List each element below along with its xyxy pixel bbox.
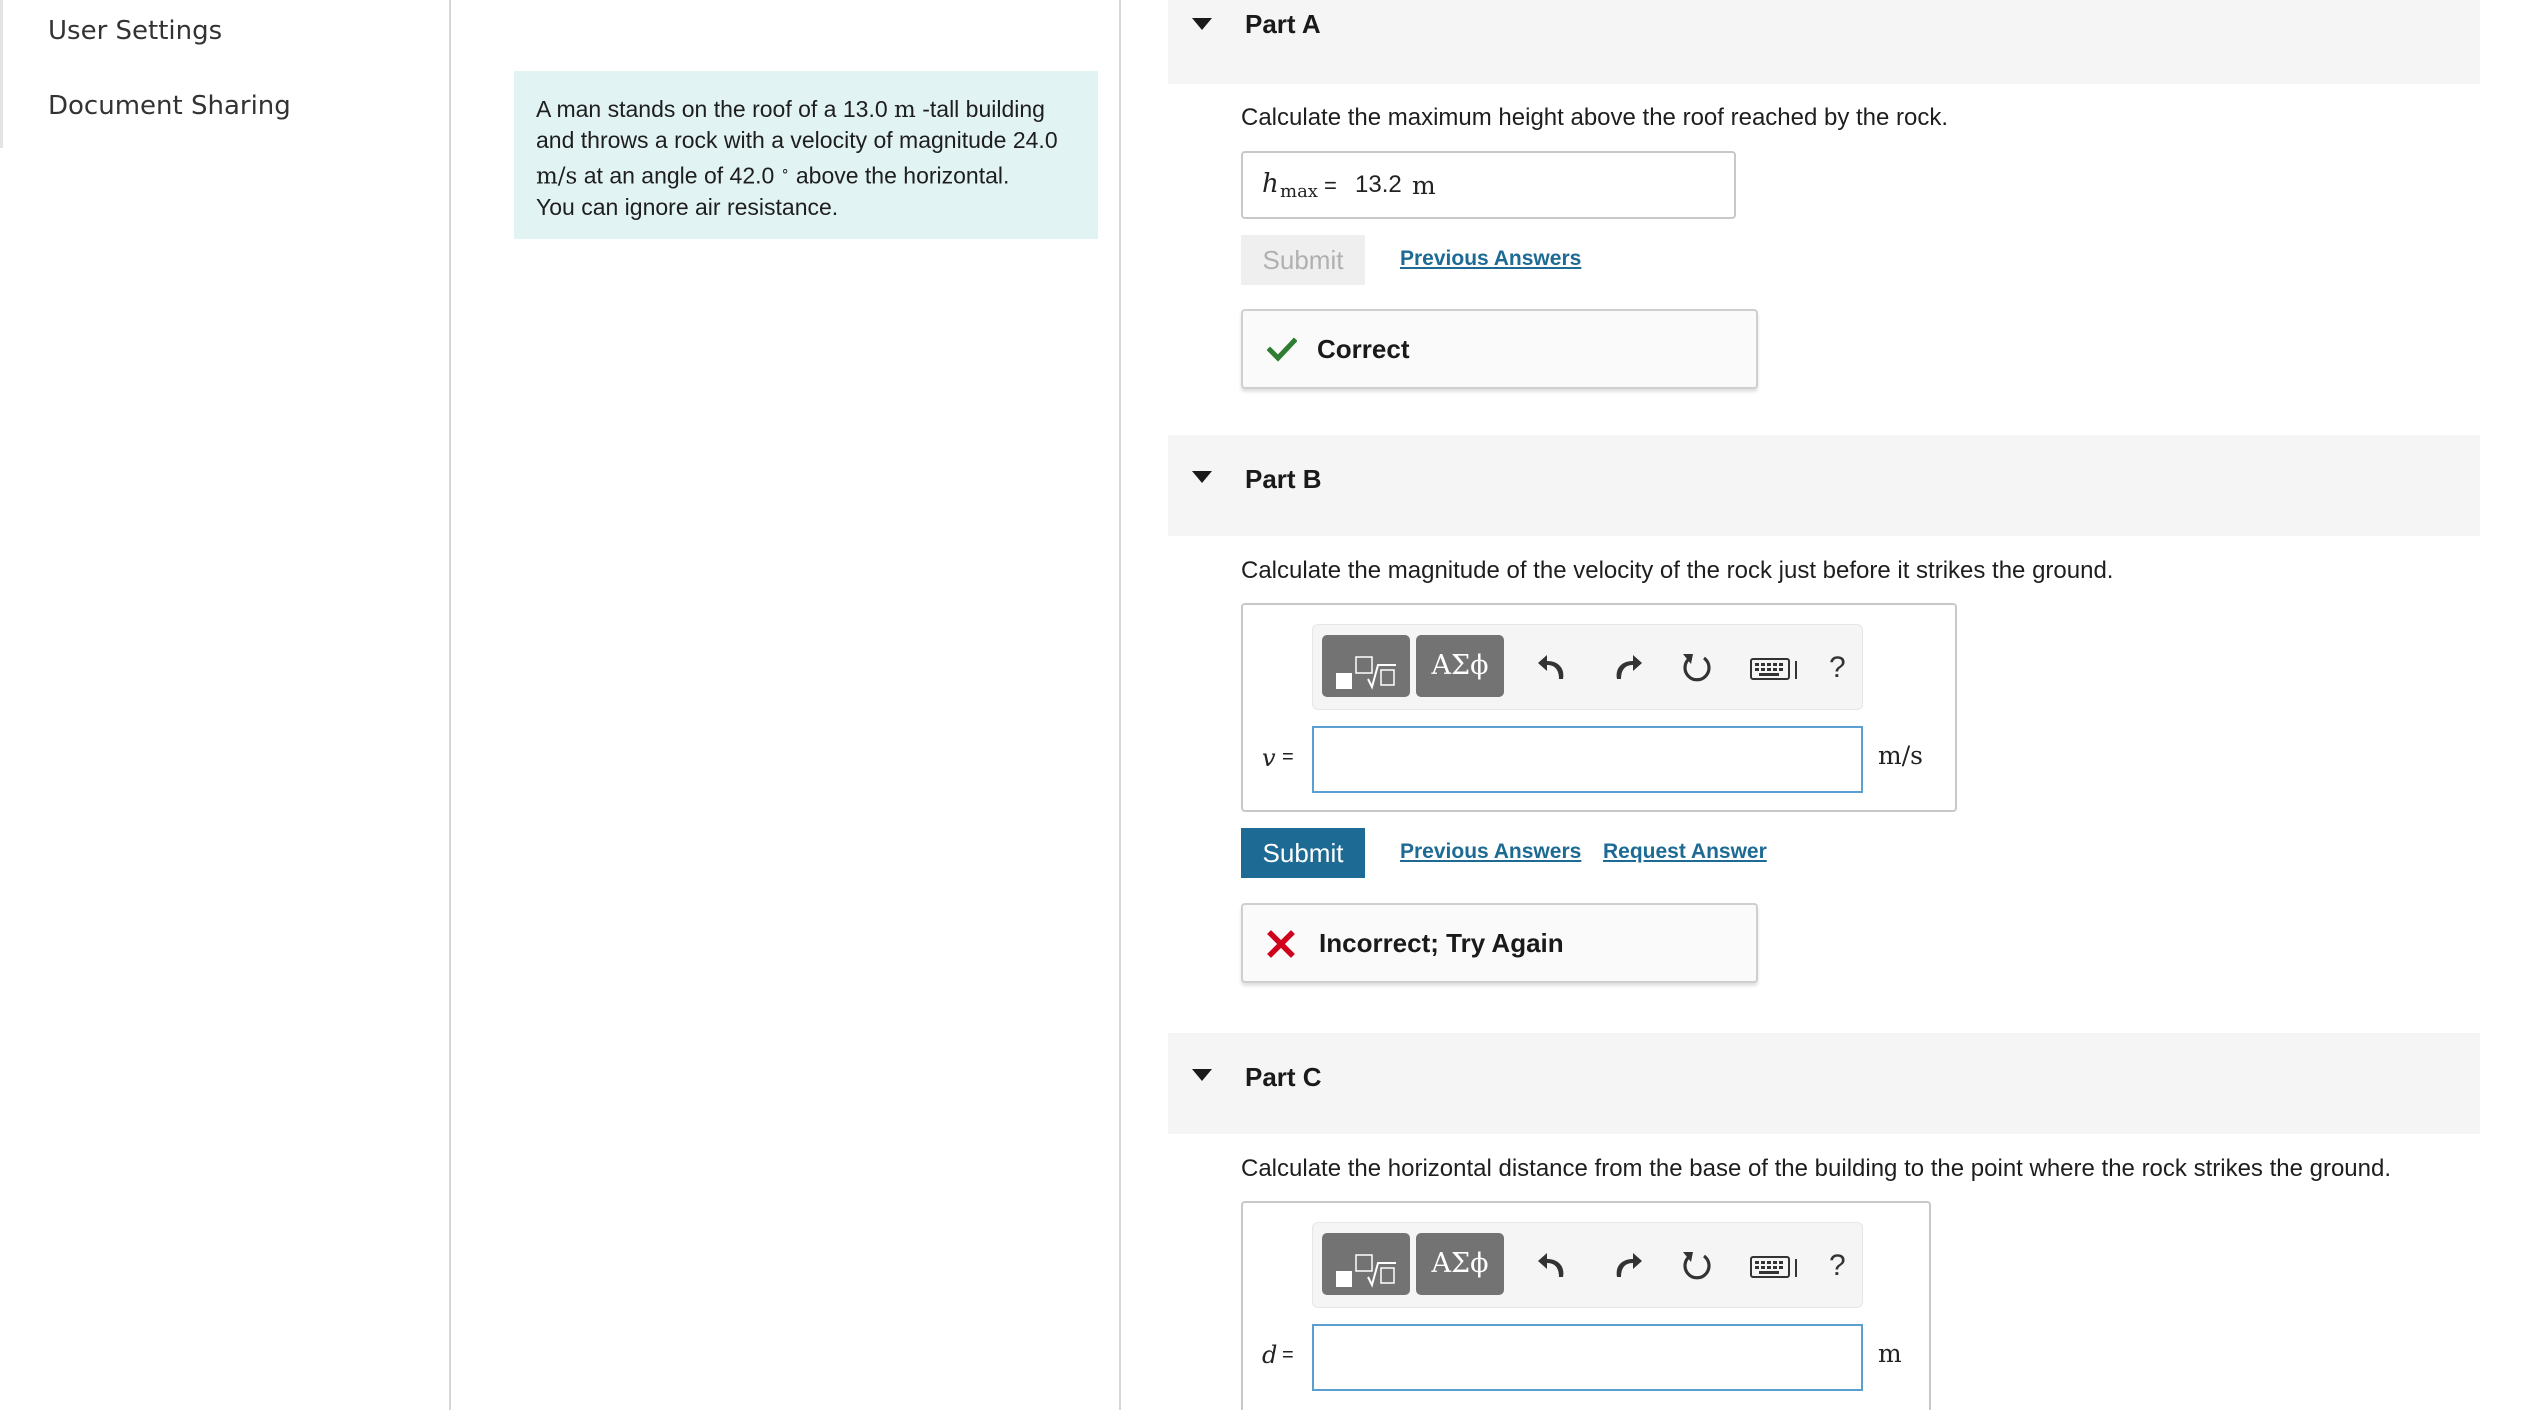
problem-line-3: m/s at an angle of 42.0 ∘ above the hori… — [536, 155, 1076, 192]
part-b-title: Part B — [1245, 464, 1322, 494]
part-c-header[interactable]: Part C — [1168, 1033, 2480, 1134]
part-b-math-toolbar: ΑΣϕ ? — [1312, 624, 1863, 710]
part-b-feedback-text: Incorrect; Try Again — [1319, 928, 1564, 958]
problem-line-4: You can ignore air resistance. — [536, 193, 839, 220]
reset-icon[interactable] — [1675, 645, 1719, 689]
equals-sign: = — [1282, 1344, 1294, 1366]
part-c-math-toolbar: ΑΣϕ ? — [1312, 1222, 1863, 1308]
help-button[interactable]: ? — [1829, 651, 1846, 685]
part-c-question: Calculate the horizontal distance from t… — [1241, 1155, 2392, 1182]
part-c-unit: m — [1878, 1339, 1902, 1368]
problem-text: A man stands on the roof of a 13.0 — [536, 96, 895, 122]
templates-icon — [1336, 1254, 1396, 1288]
collapse-caret-icon[interactable] — [1192, 18, 1212, 30]
undo-icon[interactable] — [1533, 645, 1577, 689]
redo-icon[interactable] — [1603, 645, 1647, 689]
unit-text: m — [894, 97, 916, 123]
keyboard-icon[interactable] — [1748, 645, 1802, 689]
templates-button[interactable] — [1322, 635, 1410, 697]
templates-button[interactable] — [1322, 1233, 1410, 1295]
problem-column: A man stands on the roof of a 13.0 m -ta… — [451, 0, 1121, 1410]
sidebar: User Settings Document Sharing — [0, 0, 451, 1410]
unit-text: m/s — [536, 163, 578, 190]
keyboard-icon[interactable] — [1748, 1243, 1802, 1287]
incorrect-x-icon — [1267, 930, 1295, 958]
problem-line-2: and throws a rock with a velocity of mag… — [536, 127, 1058, 153]
help-button[interactable]: ? — [1829, 1249, 1846, 1283]
part-a-variable-subscript: max — [1280, 181, 1318, 202]
part-a-variable: h — [1262, 169, 1279, 199]
collapse-caret-icon[interactable] — [1192, 1069, 1212, 1081]
correct-check-icon — [1267, 337, 1297, 362]
equals-sign: = — [1282, 746, 1294, 768]
part-b-submit-button[interactable]: Submit — [1241, 828, 1365, 878]
part-b-question: Calculate the magnitude of the velocity … — [1241, 557, 2114, 584]
problem-line-1: A man stands on the roof of a 13.0 m -ta… — [536, 94, 1076, 125]
part-b-answer-input[interactable] — [1312, 726, 1863, 793]
part-b-unit: m/s — [1878, 741, 1923, 770]
redo-icon[interactable] — [1603, 1243, 1647, 1287]
part-a-previous-answers-link[interactable]: Previous Answers — [1400, 247, 1581, 271]
sidebar-item-document-sharing[interactable]: Document Sharing — [48, 91, 291, 121]
part-b-feedback: Incorrect; Try Again — [1241, 903, 1758, 983]
problem-statement: A man stands on the roof of a 13.0 m -ta… — [514, 71, 1098, 239]
part-a-submit-button: Submit — [1241, 235, 1365, 285]
part-c-answer-box: ΑΣϕ ? d = m — [1241, 1201, 1931, 1410]
part-a-feedback: Correct — [1241, 309, 1758, 389]
part-a-question: Calculate the maximum height above the r… — [1241, 104, 1949, 131]
part-b-header[interactable]: Part B — [1168, 435, 2480, 536]
part-b-variable: v — [1262, 744, 1276, 772]
part-b-request-answer-link[interactable]: Request Answer — [1603, 840, 1767, 864]
part-c-variable: d — [1262, 1341, 1278, 1369]
symbols-button[interactable]: ΑΣϕ — [1416, 635, 1504, 697]
symbols-button[interactable]: ΑΣϕ — [1416, 1233, 1504, 1295]
part-c-answer-input[interactable] — [1312, 1324, 1863, 1391]
part-a-value: 13.2 — [1355, 171, 1402, 198]
templates-icon — [1336, 656, 1396, 690]
problem-text: -tall building — [915, 96, 1045, 122]
part-b-previous-answers-link[interactable]: Previous Answers — [1400, 840, 1581, 864]
part-a-title: Part A — [1245, 9, 1321, 39]
part-a-unit: m — [1412, 171, 1436, 200]
equals-sign: = — [1324, 173, 1337, 198]
undo-icon[interactable] — [1533, 1243, 1577, 1287]
sidebar-accent — [0, 0, 3, 148]
part-c-title: Part C — [1245, 1062, 1322, 1092]
part-a-answer-display: h max = 13.2 m — [1241, 151, 1736, 219]
sidebar-item-user-settings[interactable]: User Settings — [48, 16, 222, 46]
problem-text: at an angle of 42.0 — [577, 162, 781, 189]
collapse-caret-icon[interactable] — [1192, 471, 1212, 483]
part-a-feedback-text: Correct — [1317, 334, 1410, 364]
part-a-header[interactable]: Part A — [1168, 0, 2480, 84]
part-b-answer-box: ΑΣϕ ? v = m/s — [1241, 603, 1957, 812]
problem-text: above the horizontal. — [789, 162, 1010, 189]
reset-icon[interactable] — [1675, 1243, 1719, 1287]
